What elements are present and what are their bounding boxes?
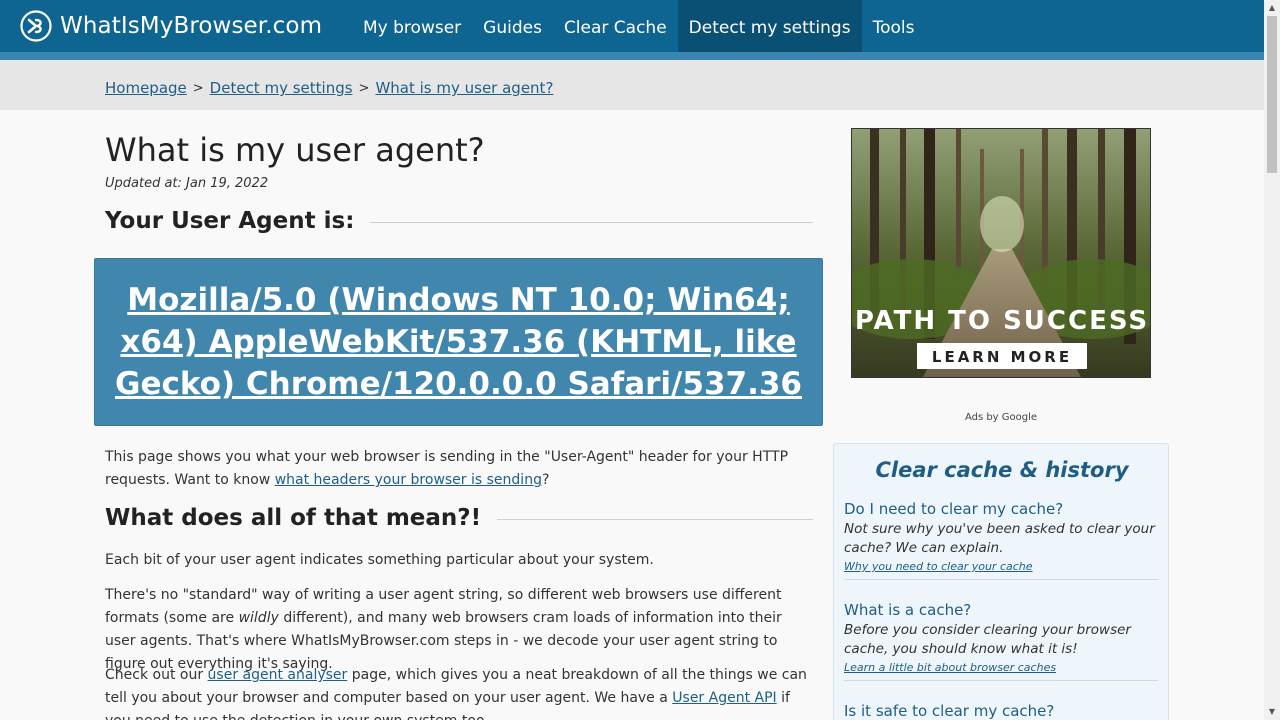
- breadcrumb-homepage[interactable]: Homepage: [105, 79, 187, 97]
- header-accent-line: [0, 52, 1264, 60]
- scroll-thumb[interactable]: [1267, 16, 1277, 173]
- sidebar-item-description: Before you consider clearing your browse…: [844, 622, 1131, 657]
- sidebar-item: Do I need to clear my cache? Not sure wh…: [844, 500, 1158, 580]
- sidebar-item: What is a cache? Before you consider cle…: [844, 601, 1158, 681]
- breadcrumb-bar: Homepage > Detect my settings > What is …: [0, 60, 1264, 110]
- user-agent-box: Mozilla/5.0 (Windows NT 10.0; Win64; x64…: [94, 258, 823, 426]
- breadcrumb-separator: >: [192, 80, 204, 96]
- nav-clear-cache[interactable]: Clear Cache: [553, 0, 678, 52]
- sidebar-item-question[interactable]: Do I need to clear my cache?: [844, 500, 1158, 518]
- sidebar-item-question[interactable]: Is it safe to clear my cache?: [844, 702, 1158, 720]
- ua-section-heading: Your User Agent is:: [105, 208, 813, 234]
- page-scrollbar[interactable]: ▲ ▼: [1264, 0, 1280, 720]
- paragraph-2: There's no "standard" way of writing a u…: [105, 584, 813, 676]
- heading-rule: [497, 519, 813, 520]
- sidebar-item-link[interactable]: Why you need to clear your cache: [844, 560, 1158, 573]
- nav-my-browser[interactable]: My browser: [352, 0, 472, 52]
- sidebar-title: Clear cache & history: [875, 458, 1129, 482]
- paragraph-3-text: Check out our: [105, 667, 208, 683]
- sidebar-divider: [844, 680, 1158, 681]
- paragraph-3: Check out our user agent analyser page, …: [105, 664, 813, 720]
- ad-headline: PATH TO SUCCESS: [855, 306, 1149, 336]
- forest-path-image: PATH TO SUCCESS LEARN MORE: [852, 129, 1150, 377]
- site-header: WhatIsMyBrowser.com My browser Guides Cl…: [0, 0, 1264, 52]
- site-logo[interactable]: WhatIsMyBrowser.com: [20, 10, 322, 42]
- nav-tools[interactable]: Tools: [862, 0, 926, 52]
- updated-date: Updated at: Jan 19, 2022: [105, 176, 269, 191]
- user-agent-analyser-link[interactable]: user agent analyser: [208, 667, 348, 683]
- user-agent-string-link[interactable]: Mozilla/5.0 (Windows NT 10.0; Win64; x64…: [114, 279, 804, 405]
- breadcrumb-what-is-my-user-agent[interactable]: What is my user agent?: [375, 79, 553, 97]
- headers-link[interactable]: what headers your browser is sending: [275, 472, 542, 488]
- advertisement[interactable]: PATH TO SUCCESS LEARN MORE: [851, 128, 1151, 378]
- sidebar-item: Is it safe to clear my cache?: [844, 702, 1158, 720]
- meaning-heading: What does all of that mean?!: [105, 505, 482, 531]
- sidebar-divider: [844, 579, 1158, 580]
- page-title: What is my user agent?: [105, 131, 485, 169]
- nav-guides[interactable]: Guides: [472, 0, 553, 52]
- whatismybrowser-logo-icon: [20, 10, 52, 42]
- sidebar-item-question[interactable]: What is a cache?: [844, 601, 1158, 619]
- paragraph-2-emphasis: wildly: [238, 610, 279, 626]
- nav-detect-my-settings[interactable]: Detect my settings: [677, 0, 862, 52]
- site-name: WhatIsMyBrowser.com: [60, 13, 323, 39]
- user-agent-api-link[interactable]: User Agent API: [672, 690, 776, 706]
- main-nav: My browser Guides Clear Cache Detect my …: [352, 0, 925, 52]
- ads-by-google[interactable]: Ads by Google: [851, 412, 1151, 423]
- sidebar-item-description: Not sure why you've been asked to clear …: [844, 521, 1155, 556]
- intro-text-end: ?: [541, 472, 550, 488]
- intro-paragraph: This page shows you what your web browse…: [105, 446, 813, 492]
- breadcrumb-detect-my-settings[interactable]: Detect my settings: [210, 79, 353, 97]
- clear-cache-sidebar: Clear cache & history Do I need to clear…: [833, 443, 1169, 720]
- sidebar-item-link[interactable]: Learn a little bit about browser caches: [844, 661, 1158, 674]
- heading-rule: [370, 222, 813, 223]
- breadcrumb-separator: >: [358, 80, 370, 96]
- paragraph-1: Each bit of your user agent indicates so…: [105, 552, 654, 568]
- meaning-section-heading: What does all of that mean?!: [105, 505, 813, 531]
- ua-heading: Your User Agent is:: [105, 208, 355, 234]
- scroll-down-arrow-icon[interactable]: ▼: [1264, 704, 1280, 720]
- scroll-up-arrow-icon[interactable]: ▲: [1264, 0, 1280, 16]
- breadcrumb: Homepage > Detect my settings > What is …: [105, 79, 553, 97]
- ad-learn-more-button[interactable]: LEARN MORE: [932, 348, 1072, 366]
